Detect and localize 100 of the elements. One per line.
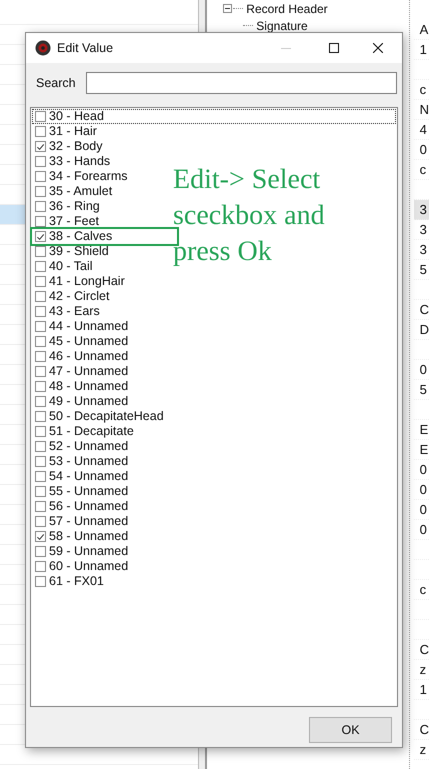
value-cell: 5 [420, 262, 427, 277]
checkbox-label[interactable]: 34 - Forearms [49, 170, 128, 183]
value-cell: z [420, 742, 426, 757]
checkbox-label[interactable]: 51 - Decapitate [49, 425, 134, 438]
value-cell: E [420, 422, 428, 437]
checkbox[interactable] [35, 426, 46, 437]
checkbox-label[interactable]: 61 - FX01 [49, 575, 104, 588]
checkbox[interactable] [35, 516, 46, 527]
checkbox[interactable] [35, 441, 46, 452]
value-cell: D [420, 322, 429, 337]
value-cell: 0 [420, 462, 427, 477]
checkbox-label[interactable]: 33 - Hands [49, 155, 110, 168]
checkbox[interactable] [35, 471, 46, 482]
checkbox-label[interactable]: 52 - Unnamed [49, 440, 128, 453]
checkbox[interactable] [35, 186, 46, 197]
close-icon[interactable] [373, 43, 383, 53]
search-field[interactable] [86, 72, 397, 94]
checkbox-label[interactable]: 42 - Circlet [49, 290, 110, 303]
checkbox-label[interactable]: 39 - Shield [49, 245, 109, 258]
checkbox-label[interactable]: 30 - Head [49, 110, 104, 123]
checkbox[interactable] [35, 531, 46, 542]
checkbox[interactable] [35, 336, 46, 347]
checkbox-label[interactable]: 47 - Unnamed [49, 365, 128, 378]
value-cell: N [420, 102, 429, 117]
tree-item[interactable]: Signature [256, 18, 308, 32]
checkbox-label[interactable]: 48 - Unnamed [49, 380, 128, 393]
value-cell: C [420, 642, 429, 657]
checkbox[interactable] [35, 486, 46, 497]
value-cell: C [420, 302, 429, 317]
value-cell: 0 [420, 502, 427, 517]
value-cell: 0 [420, 522, 427, 537]
checkbox-label[interactable]: 35 - Amulet [49, 185, 112, 198]
search-label: Search [36, 76, 76, 90]
tree-item[interactable]: Record Header [246, 2, 328, 16]
checkbox-label[interactable]: 58 - Unnamed [49, 530, 128, 543]
checkbox[interactable] [35, 261, 46, 272]
value-cell: 1 [420, 682, 427, 697]
app-icon [35, 40, 51, 56]
checkbox-label[interactable]: 50 - DecapitateHead [49, 410, 164, 423]
checkbox-label[interactable]: 59 - Unnamed [49, 545, 128, 558]
checkbox-label[interactable]: 60 - Unnamed [49, 560, 128, 573]
checkbox-label[interactable]: 57 - Unnamed [49, 515, 128, 528]
window-title: Edit Value [57, 41, 114, 55]
checkbox-label[interactable]: 38 - Calves [49, 230, 112, 243]
checkbox[interactable] [35, 171, 46, 182]
checkbox[interactable] [35, 411, 46, 422]
checkbox[interactable] [35, 381, 46, 392]
annotation-text: Edit-> Select sceckbox and press Ok [173, 163, 326, 269]
checkbox[interactable] [35, 501, 46, 512]
checkbox[interactable] [35, 456, 46, 467]
checkbox-label[interactable]: 36 - Ring [49, 200, 100, 213]
value-cell: E [420, 442, 428, 457]
value-cell: A [420, 22, 428, 37]
checkbox-label[interactable]: 56 - Unnamed [49, 500, 128, 513]
checkbox-label[interactable]: 46 - Unnamed [49, 350, 128, 363]
value-cell: 3 [420, 202, 427, 217]
checkbox[interactable] [35, 156, 46, 167]
checkbox[interactable] [35, 576, 46, 587]
checkbox-label[interactable]: 54 - Unnamed [49, 470, 128, 483]
value-cell: 0 [420, 142, 427, 157]
checkbox[interactable] [35, 351, 46, 362]
checkbox-label[interactable]: 40 - Tail [49, 260, 93, 273]
value-cell: 5 [420, 382, 427, 397]
checkbox-label[interactable]: 44 - Unnamed [49, 320, 128, 333]
ok-button[interactable]: OK [309, 717, 392, 743]
checkbox[interactable] [35, 216, 46, 227]
checkbox[interactable] [35, 201, 46, 212]
checkbox[interactable] [35, 396, 46, 407]
value-cell: 0 [420, 362, 427, 377]
checkbox[interactable] [35, 366, 46, 377]
checkbox[interactable] [35, 276, 46, 287]
checkbox-label[interactable]: 31 - Hair [49, 125, 97, 138]
checkbox-label[interactable]: 55 - Unnamed [49, 485, 128, 498]
checkbox-label[interactable]: 32 - Body [49, 140, 103, 153]
checkbox-label[interactable]: 49 - Unnamed [49, 395, 128, 408]
value-cell: c [420, 582, 426, 597]
value-cell: c [420, 82, 426, 97]
checkbox[interactable] [35, 321, 46, 332]
checkbox-label[interactable]: 37 - Feet [49, 215, 100, 228]
checkbox[interactable] [35, 561, 46, 572]
checkbox[interactable] [35, 546, 46, 557]
checkbox[interactable] [35, 126, 46, 137]
value-cell: 1 [420, 42, 427, 57]
checkbox-label[interactable]: 45 - Unnamed [49, 335, 128, 348]
checkbox[interactable] [35, 291, 46, 302]
maximize-icon[interactable] [329, 43, 339, 53]
checkbox[interactable] [35, 141, 46, 152]
value-cell: C [420, 722, 429, 737]
value-cell: 3 [420, 222, 427, 237]
value-cell: 4 [420, 122, 427, 137]
checkbox[interactable] [35, 231, 46, 242]
checkbox-label[interactable]: 53 - Unnamed [49, 455, 128, 468]
value-cell: 3 [420, 242, 427, 257]
checkbox-label[interactable]: 43 - Ears [49, 305, 100, 318]
value-cell: c [420, 162, 426, 177]
collapse-icon[interactable] [223, 4, 232, 13]
checkbox[interactable] [35, 246, 46, 257]
checkbox-label[interactable]: 41 - LongHair [49, 275, 125, 288]
checkbox[interactable] [35, 306, 46, 317]
checkbox[interactable] [35, 111, 46, 122]
